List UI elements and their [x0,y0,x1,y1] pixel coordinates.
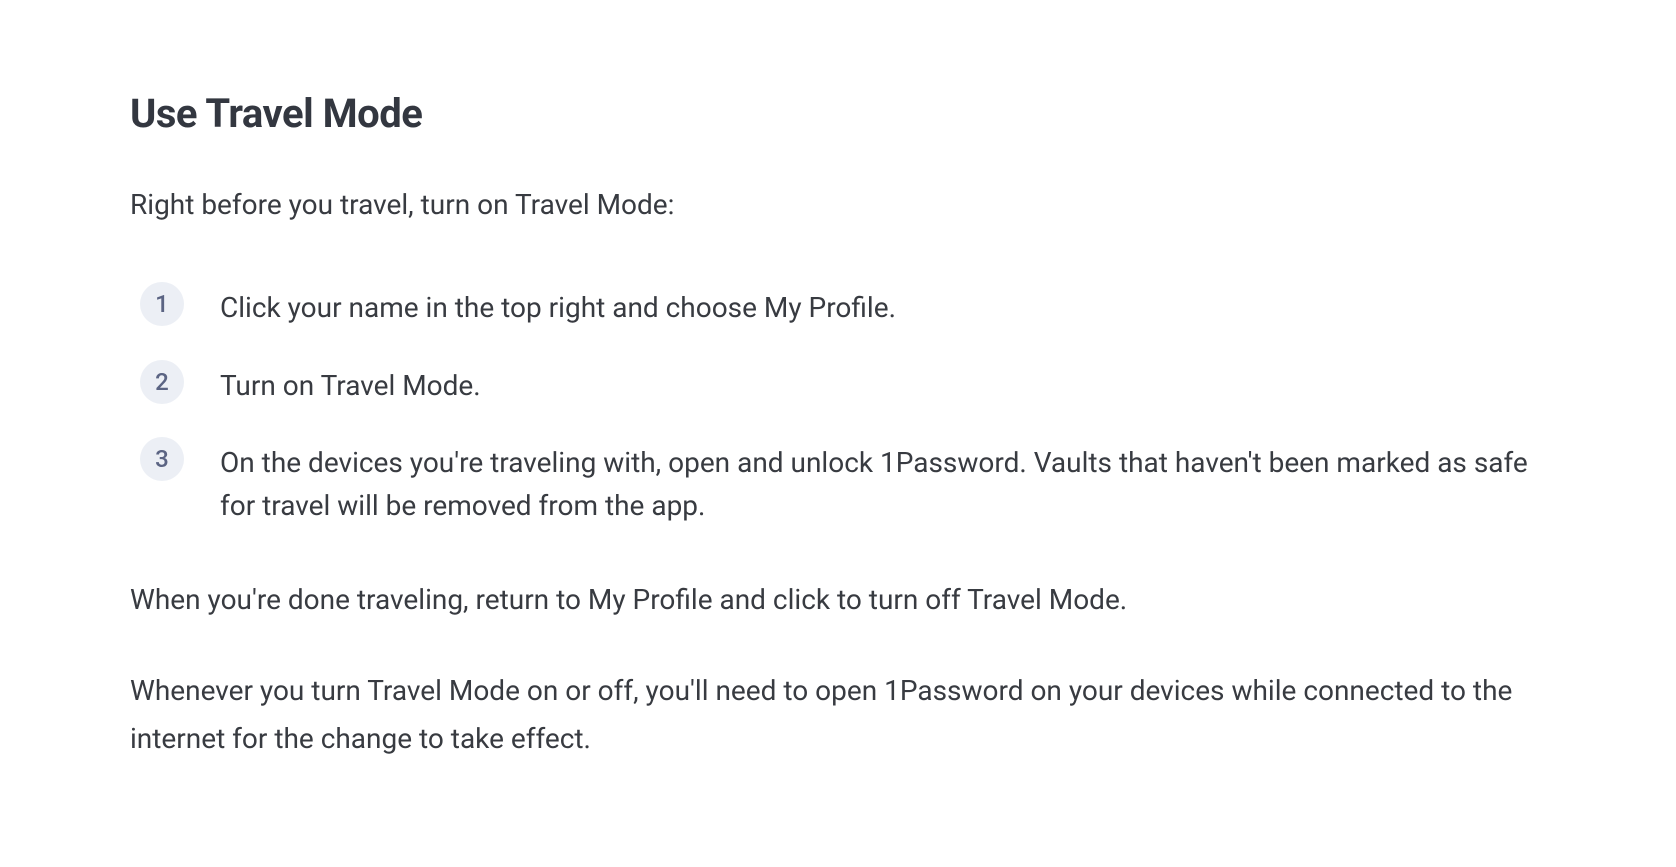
list-item: 3 On the devices you're traveling with, … [140,437,1546,528]
section-heading: Use Travel Mode [130,90,1546,137]
step-number-badge: 2 [140,360,184,404]
list-item: 2 Turn on Travel Mode. [140,360,1546,407]
step-number-badge: 1 [140,282,184,326]
step-number-badge: 3 [140,437,184,481]
list-item: 1 Click your name in the top right and c… [140,282,1546,329]
step-text: On the devices you're traveling with, op… [220,437,1546,528]
step-text: Click your name in the top right and cho… [220,282,896,329]
step-text: Turn on Travel Mode. [220,360,481,407]
intro-paragraph: Right before you travel, turn on Travel … [130,185,1546,224]
paragraph: Whenever you turn Travel Mode on or off,… [130,667,1546,762]
steps-list: 1 Click your name in the top right and c… [130,282,1546,528]
paragraph: When you're done traveling, return to My… [130,576,1546,624]
